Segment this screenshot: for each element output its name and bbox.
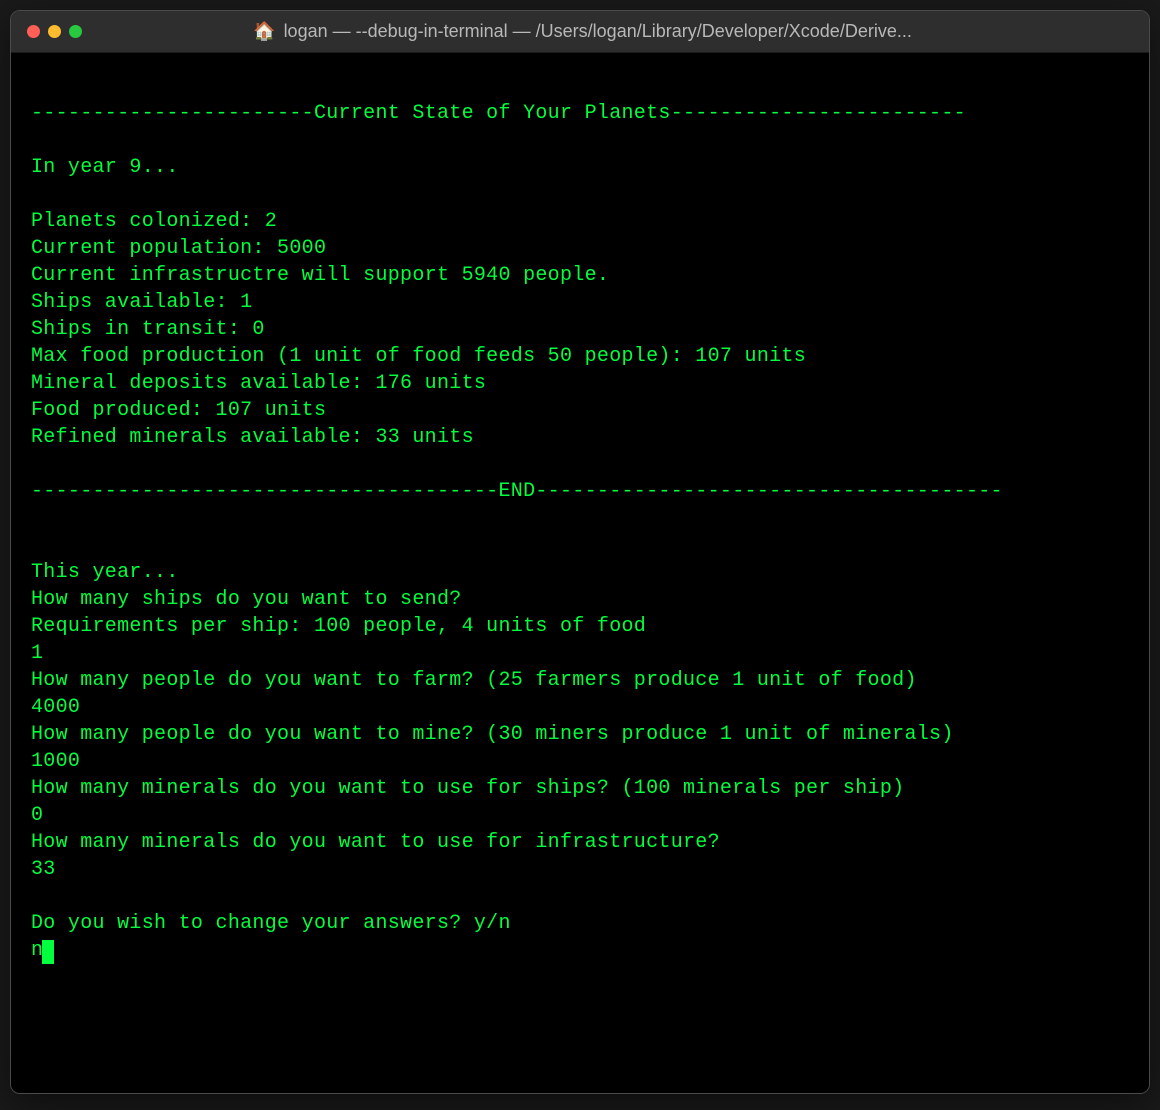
terminal-window: 🏠 logan — --debug-in-terminal — /Users/l… (10, 10, 1150, 1094)
output-line (31, 451, 1129, 478)
refined-minerals-line: Refined minerals available: 33 units (31, 424, 1129, 451)
terminal-body[interactable]: -----------------------Current State of … (11, 53, 1149, 1093)
prompt-mineral-ships: How many minerals do you want to use for… (31, 775, 1129, 802)
end-line: --------------------------------------EN… (31, 478, 1129, 505)
requirements-line: Requirements per ship: 100 people, 4 uni… (31, 613, 1129, 640)
year-line: In year 9... (31, 154, 1129, 181)
this-year-line: This year... (31, 559, 1129, 586)
header-line: -----------------------Current State of … (31, 100, 1129, 127)
input-ships: 1 (31, 640, 1129, 667)
prompt-ships: How many ships do you want to send? (31, 586, 1129, 613)
titlebar[interactable]: 🏠 logan — --debug-in-terminal — /Users/l… (11, 11, 1149, 53)
output-line (31, 127, 1129, 154)
population-line: Current population: 5000 (31, 235, 1129, 262)
traffic-lights (27, 25, 82, 38)
prompt-farm: How many people do you want to farm? (25… (31, 667, 1129, 694)
home-icon: 🏠 (253, 21, 275, 42)
food-produced-line: Food produced: 107 units (31, 397, 1129, 424)
food-production-line: Max food production (1 unit of food feed… (31, 343, 1129, 370)
minimize-button[interactable] (48, 25, 61, 38)
output-line (31, 532, 1129, 559)
input-mine: 1000 (31, 748, 1129, 775)
ships-transit-line: Ships in transit: 0 (31, 316, 1129, 343)
mineral-deposits-line: Mineral deposits available: 176 units (31, 370, 1129, 397)
output-line (31, 883, 1129, 910)
window-title: logan — --debug-in-terminal — /Users/log… (284, 21, 912, 42)
planets-line: Planets colonized: 2 (31, 208, 1129, 235)
cursor (42, 940, 54, 964)
infrastructure-line: Current infrastructre will support 5940 … (31, 262, 1129, 289)
ships-available-line: Ships available: 1 (31, 289, 1129, 316)
prompt-mineral-infra: How many minerals do you want to use for… (31, 829, 1129, 856)
output-line (31, 505, 1129, 532)
prompt-mine: How many people do you want to mine? (30… (31, 721, 1129, 748)
close-button[interactable] (27, 25, 40, 38)
output-line (31, 73, 1129, 100)
output-line (31, 181, 1129, 208)
input-mineral-infra: 33 (31, 856, 1129, 883)
input-mineral-ships: 0 (31, 802, 1129, 829)
title-content: 🏠 logan — --debug-in-terminal — /Users/l… (82, 21, 1133, 42)
prompt-change: Do you wish to change your answers? y/n (31, 910, 1129, 937)
current-input-line[interactable]: n (31, 937, 1129, 964)
maximize-button[interactable] (69, 25, 82, 38)
input-farm: 4000 (31, 694, 1129, 721)
